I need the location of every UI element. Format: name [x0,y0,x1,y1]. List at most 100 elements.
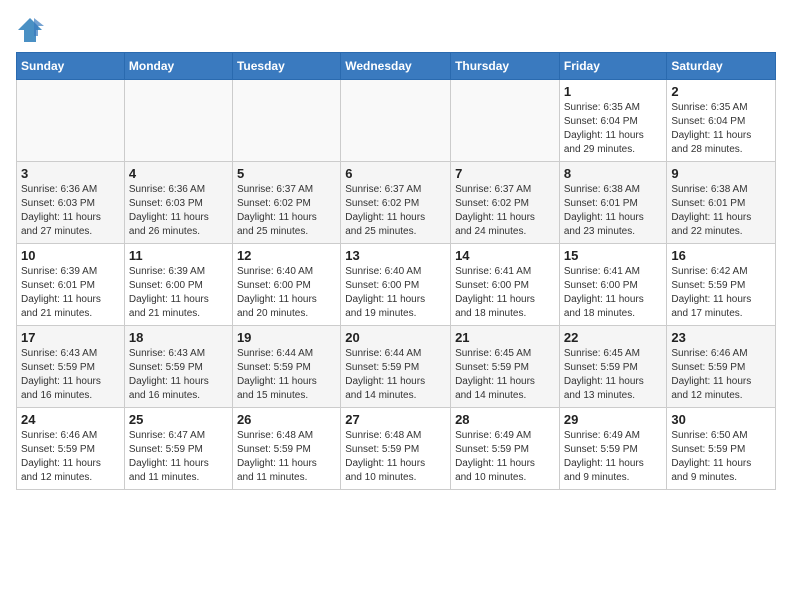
day-number: 22 [564,330,663,345]
calendar-cell: 2 Sunrise: 6:35 AM Sunset: 6:04 PM Daylig… [667,80,776,162]
calendar-cell: 4 Sunrise: 6:36 AM Sunset: 6:03 PM Daylig… [124,162,232,244]
day-number: 13 [345,248,446,263]
day-number: 21 [455,330,555,345]
day-info: Sunrise: 6:42 AM Sunset: 5:59 PM Dayligh… [671,265,771,321]
calendar-cell: 6Sunrise: 6:37 AM Sunset: 6:02 PM Daylig… [341,162,451,244]
day-info: Sunrise: 6:37 AM Sunset: 6:02 PM Dayligh… [455,183,555,239]
day-number: 29 [564,412,663,427]
day-number: 26 [237,412,336,427]
calendar-cell: 14 Sunrise: 6:41 AM Sunset: 6:00 PM Dayli… [451,244,560,326]
day-info: Sunrise: 6:49 AM Sunset: 5:59 PM Dayligh… [455,429,555,485]
day-info: Sunrise: 6:47 AM Sunset: 5:59 PM Dayligh… [129,429,228,485]
calendar-cell [232,80,340,162]
day-number: 16 [671,248,771,263]
day-number: 10 [21,248,120,263]
calendar-cell: 27 Sunrise: 6:48 AM Sunset: 5:59 PM Dayli… [341,408,451,490]
day-info: Sunrise: 6:40 AM Sunset: 6:00 PM Dayligh… [237,265,336,321]
weekday-header: Monday [124,53,232,80]
calendar-cell: 17 Sunrise: 6:43 AM Sunset: 5:59 PM Dayli… [17,326,125,408]
calendar-cell: 23 Sunrise: 6:46 AM Sunset: 5:59 PM Dayli… [667,326,776,408]
calendar-cell: 15Sunrise: 6:41 AM Sunset: 6:00 PM Dayli… [559,244,667,326]
day-number: 11 [129,248,228,263]
weekday-header-row: SundayMondayTuesdayWednesdayThursdayFrid… [17,53,776,80]
weekday-header: Thursday [451,53,560,80]
calendar-cell: 19Sunrise: 6:44 AM Sunset: 5:59 PM Dayli… [232,326,340,408]
day-number: 2 [671,84,771,99]
weekday-header: Wednesday [341,53,451,80]
day-number: 28 [455,412,555,427]
day-info: Sunrise: 6:35 AM Sunset: 6:04 PM Dayligh… [564,101,663,157]
day-info: Sunrise: 6:41 AM Sunset: 6:00 PM Dayligh… [455,265,555,321]
calendar-cell: 3 Sunrise: 6:36 AM Sunset: 6:03 PM Daylig… [17,162,125,244]
calendar-cell [451,80,560,162]
calendar-cell: 30 Sunrise: 6:50 AM Sunset: 5:59 PM Dayli… [667,408,776,490]
day-info: Sunrise: 6:48 AM Sunset: 5:59 PM Dayligh… [237,429,336,485]
calendar-cell: 7 Sunrise: 6:37 AM Sunset: 6:02 PM Daylig… [451,162,560,244]
calendar-cell: 12Sunrise: 6:40 AM Sunset: 6:00 PM Dayli… [232,244,340,326]
day-info: Sunrise: 6:39 AM Sunset: 6:00 PM Dayligh… [129,265,228,321]
weekday-header: Saturday [667,53,776,80]
day-number: 6 [345,166,446,181]
day-number: 7 [455,166,555,181]
day-number: 30 [671,412,771,427]
calendar-week-row: 24Sunrise: 6:46 AM Sunset: 5:59 PM Dayli… [17,408,776,490]
logo [16,16,48,44]
logo-icon [16,16,44,44]
day-info: Sunrise: 6:45 AM Sunset: 5:59 PM Dayligh… [564,347,663,403]
calendar-cell: 9Sunrise: 6:38 AM Sunset: 6:01 PM Daylig… [667,162,776,244]
day-info: Sunrise: 6:44 AM Sunset: 5:59 PM Dayligh… [237,347,336,403]
day-number: 18 [129,330,228,345]
day-number: 9 [671,166,771,181]
calendar-cell: 11 Sunrise: 6:39 AM Sunset: 6:00 PM Dayli… [124,244,232,326]
day-number: 24 [21,412,120,427]
day-info: Sunrise: 6:35 AM Sunset: 6:04 PM Dayligh… [671,101,771,157]
calendar-week-row: 10 Sunrise: 6:39 AM Sunset: 6:01 PM Dayli… [17,244,776,326]
day-number: 14 [455,248,555,263]
calendar-cell [124,80,232,162]
day-number: 20 [345,330,446,345]
day-number: 1 [564,84,663,99]
day-info: Sunrise: 6:50 AM Sunset: 5:59 PM Dayligh… [671,429,771,485]
day-info: Sunrise: 6:36 AM Sunset: 6:03 PM Dayligh… [21,183,120,239]
day-info: Sunrise: 6:48 AM Sunset: 5:59 PM Dayligh… [345,429,446,485]
day-number: 15 [564,248,663,263]
calendar-cell: 5 Sunrise: 6:37 AM Sunset: 6:02 PM Daylig… [232,162,340,244]
day-info: Sunrise: 6:37 AM Sunset: 6:02 PM Dayligh… [237,183,336,239]
calendar-week-row: 3 Sunrise: 6:36 AM Sunset: 6:03 PM Daylig… [17,162,776,244]
calendar-cell: 22 Sunrise: 6:45 AM Sunset: 5:59 PM Dayli… [559,326,667,408]
day-info: Sunrise: 6:36 AM Sunset: 6:03 PM Dayligh… [129,183,228,239]
day-info: Sunrise: 6:43 AM Sunset: 5:59 PM Dayligh… [21,347,120,403]
day-number: 8 [564,166,663,181]
weekday-header: Sunday [17,53,125,80]
calendar-cell: 25 Sunrise: 6:47 AM Sunset: 5:59 PM Dayli… [124,408,232,490]
day-info: Sunrise: 6:40 AM Sunset: 6:00 PM Dayligh… [345,265,446,321]
calendar-cell: 26 Sunrise: 6:48 AM Sunset: 5:59 PM Dayli… [232,408,340,490]
calendar-cell: 1 Sunrise: 6:35 AM Sunset: 6:04 PM Daylig… [559,80,667,162]
day-info: Sunrise: 6:38 AM Sunset: 6:01 PM Dayligh… [564,183,663,239]
calendar-week-row: 1 Sunrise: 6:35 AM Sunset: 6:04 PM Daylig… [17,80,776,162]
weekday-header: Tuesday [232,53,340,80]
calendar-cell: 18 Sunrise: 6:43 AM Sunset: 5:59 PM Dayli… [124,326,232,408]
day-info: Sunrise: 6:45 AM Sunset: 5:59 PM Dayligh… [455,347,555,403]
day-number: 3 [21,166,120,181]
day-number: 5 [237,166,336,181]
calendar-cell: 16 Sunrise: 6:42 AM Sunset: 5:59 PM Dayli… [667,244,776,326]
day-info: Sunrise: 6:49 AM Sunset: 5:59 PM Dayligh… [564,429,663,485]
calendar-cell: 13 Sunrise: 6:40 AM Sunset: 6:00 PM Dayli… [341,244,451,326]
day-number: 23 [671,330,771,345]
calendar-cell: 29 Sunrise: 6:49 AM Sunset: 5:59 PM Dayli… [559,408,667,490]
day-number: 4 [129,166,228,181]
calendar-week-row: 17 Sunrise: 6:43 AM Sunset: 5:59 PM Dayli… [17,326,776,408]
weekday-header: Friday [559,53,667,80]
calendar-cell [341,80,451,162]
day-number: 27 [345,412,446,427]
day-info: Sunrise: 6:46 AM Sunset: 5:59 PM Dayligh… [671,347,771,403]
calendar-cell: 10 Sunrise: 6:39 AM Sunset: 6:01 PM Dayli… [17,244,125,326]
day-number: 17 [21,330,120,345]
day-info: Sunrise: 6:43 AM Sunset: 5:59 PM Dayligh… [129,347,228,403]
calendar-cell: 21 Sunrise: 6:45 AM Sunset: 5:59 PM Dayli… [451,326,560,408]
page-header [16,16,776,44]
day-number: 25 [129,412,228,427]
day-info: Sunrise: 6:39 AM Sunset: 6:01 PM Dayligh… [21,265,120,321]
day-info: Sunrise: 6:44 AM Sunset: 5:59 PM Dayligh… [345,347,446,403]
